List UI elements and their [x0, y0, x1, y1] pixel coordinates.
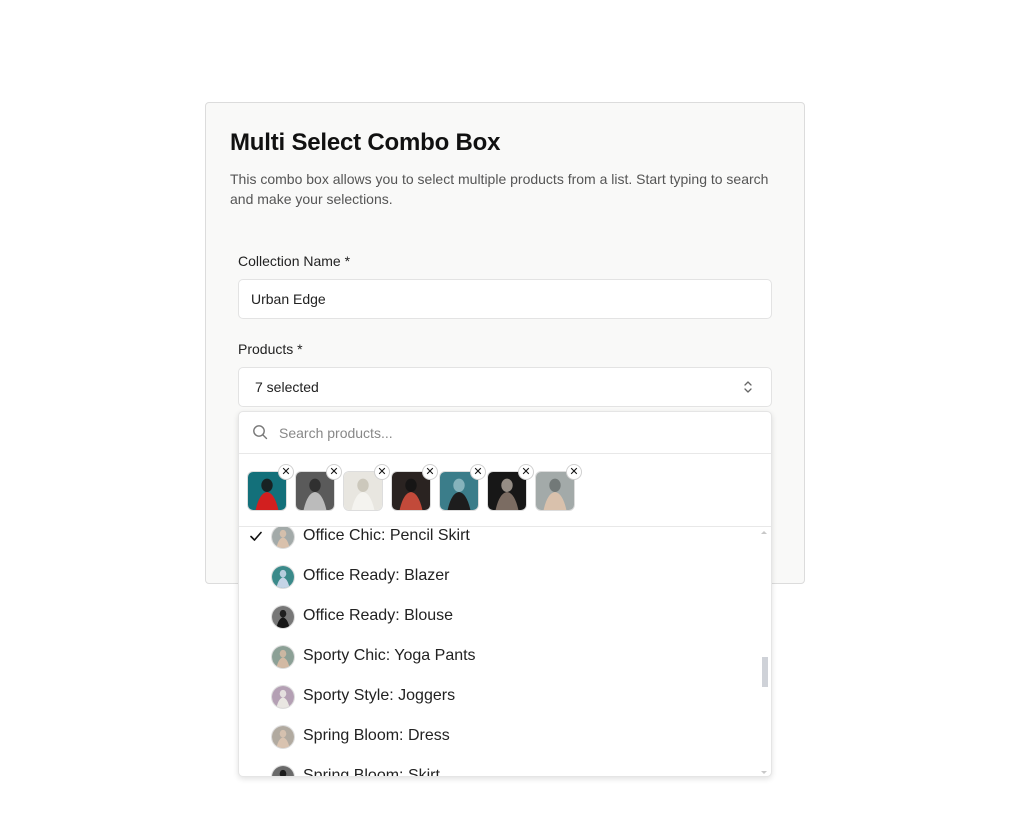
product-avatar	[271, 645, 295, 669]
product-avatar	[271, 605, 295, 629]
product-option[interactable]: Office Ready: Blouse	[239, 598, 759, 638]
product-avatar	[271, 565, 295, 589]
chevrons-up-down-icon	[744, 381, 752, 393]
selected-chip: ✕	[247, 464, 294, 511]
product-option[interactable]: Sporty Style: Joggers	[239, 678, 759, 718]
products-dropdown: ✕ ✕ ✕ ✕ ✕ ✕ ✕ Office Chic: Pencil Skirt …	[238, 411, 772, 777]
product-avatar	[271, 685, 295, 709]
product-option-label: Spring Bloom: Dress	[303, 727, 450, 744]
selected-chip: ✕	[343, 464, 390, 511]
selected-chip: ✕	[439, 464, 486, 511]
product-option-label: Office Ready: Blazer	[303, 567, 450, 584]
scroll-up-arrow[interactable]	[761, 531, 767, 534]
search-products-input[interactable]	[279, 421, 749, 445]
product-option[interactable]: Spring Bloom: Dress	[239, 718, 759, 758]
selected-products-chips: ✕ ✕ ✕ ✕ ✕ ✕ ✕	[239, 454, 771, 527]
products-summary: 7 selected	[255, 379, 319, 395]
search-row	[239, 412, 771, 454]
remove-chip-icon[interactable]: ✕	[422, 464, 438, 480]
page-description: This combo box allows you to select mult…	[230, 171, 769, 207]
product-avatar	[271, 725, 295, 749]
product-option[interactable]: Office Ready: Blazer	[239, 558, 759, 598]
collection-name-input[interactable]: Urban Edge	[238, 279, 772, 319]
products-label: Products *	[238, 341, 303, 357]
remove-chip-icon[interactable]: ✕	[278, 464, 294, 480]
selected-chip: ✕	[391, 464, 438, 511]
page-title: Multi Select Combo Box	[230, 129, 501, 156]
product-option[interactable]: Spring Bloom: Skirt	[239, 758, 759, 777]
check-icon	[249, 529, 263, 543]
product-option[interactable]: Sporty Chic: Yoga Pants	[239, 638, 759, 678]
product-option-label: Sporty Chic: Yoga Pants	[303, 647, 476, 664]
selected-chip: ✕	[487, 464, 534, 511]
selected-chip: ✕	[295, 464, 342, 511]
remove-chip-icon[interactable]: ✕	[566, 464, 582, 480]
product-option-label: Spring Bloom: Skirt	[303, 767, 440, 777]
scrollbar-thumb[interactable]	[762, 657, 768, 687]
remove-chip-icon[interactable]: ✕	[470, 464, 486, 480]
remove-chip-icon[interactable]: ✕	[518, 464, 534, 480]
selected-chip: ✕	[535, 464, 582, 511]
scroll-down-arrow[interactable]	[761, 771, 767, 774]
products-list[interactable]: Office Chic: Pencil Skirt Office Ready: …	[239, 527, 771, 777]
product-avatar	[271, 765, 295, 776]
product-option[interactable]: Office Chic: Pencil Skirt	[239, 527, 759, 558]
remove-chip-icon[interactable]: ✕	[326, 464, 342, 480]
products-combobox-trigger[interactable]: 7 selected	[238, 367, 772, 407]
product-avatar	[271, 527, 295, 549]
product-option-label: Office Chic: Pencil Skirt	[303, 527, 470, 544]
search-icon	[253, 425, 268, 440]
remove-chip-icon[interactable]: ✕	[374, 464, 390, 480]
collection-name-label: Collection Name *	[238, 253, 351, 269]
product-option-label: Office Ready: Blouse	[303, 607, 454, 624]
product-option-label: Sporty Style: Joggers	[303, 687, 456, 704]
